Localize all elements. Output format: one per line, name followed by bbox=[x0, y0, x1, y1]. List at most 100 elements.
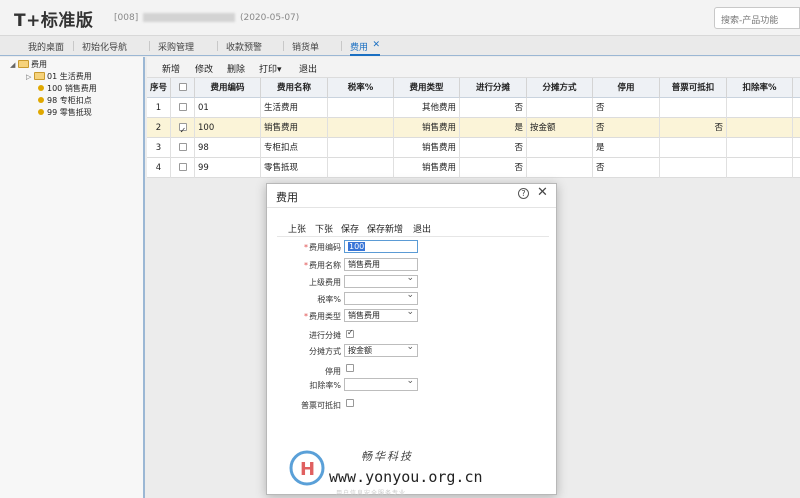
cell-share: 否 bbox=[460, 138, 527, 158]
select-all-checkbox[interactable] bbox=[178, 83, 187, 91]
col-rate[interactable]: 扣除率% bbox=[727, 78, 793, 98]
tab-bar: 我的桌面 初始化导航 采购管理 收款预警 销货单 费用 ✕ bbox=[0, 36, 800, 56]
tree-root-label: 费用 bbox=[31, 60, 47, 69]
col-method[interactable]: 分摊方式 bbox=[527, 78, 593, 98]
delete-button[interactable]: 删除 bbox=[227, 62, 245, 75]
cell-select[interactable] bbox=[171, 138, 195, 158]
col-tax[interactable]: 税率% bbox=[328, 78, 394, 98]
tab-sales-order[interactable]: 销货单 bbox=[282, 40, 319, 56]
search-input[interactable]: 搜索-产品功能 bbox=[714, 7, 800, 29]
tab-init-nav[interactable]: 初始化导航 bbox=[72, 40, 127, 56]
type-select[interactable]: 销售费用 bbox=[344, 307, 418, 322]
cell-select[interactable] bbox=[171, 158, 195, 178]
tree-item-100[interactable]: 100 销售费用 bbox=[38, 83, 97, 94]
tab-expense-label: 费用 bbox=[350, 43, 369, 53]
table-row[interactable]: 3 98 专柜扣点 销售费用 否 是 bbox=[147, 138, 800, 158]
divider bbox=[267, 207, 556, 208]
method-select[interactable]: 按金额 bbox=[344, 342, 418, 357]
parent-select[interactable] bbox=[344, 273, 418, 288]
cell-select[interactable] bbox=[171, 98, 195, 118]
tree-root[interactable]: ◢ 费用 bbox=[10, 59, 47, 70]
deduct-checkbox[interactable] bbox=[346, 399, 354, 407]
prev-button[interactable]: 上张 bbox=[288, 222, 306, 235]
cell-no: 1 bbox=[147, 98, 171, 118]
col-select[interactable] bbox=[171, 78, 195, 98]
cell-disabled: 否 bbox=[593, 118, 660, 138]
col-name[interactable]: 费用名称 bbox=[261, 78, 328, 98]
cell-name: 生活费用 bbox=[261, 98, 328, 118]
cell-method bbox=[527, 138, 593, 158]
share-label: 进行分摊 bbox=[309, 331, 341, 340]
tree-item-98[interactable]: 98 专柜扣点 bbox=[38, 95, 92, 106]
col-no: 序号 bbox=[147, 78, 171, 98]
cell-name: 专柜扣点 bbox=[261, 138, 328, 158]
table-row[interactable]: 1 01 生活费用 其他费用 否 否 bbox=[147, 98, 800, 118]
cell-name: 零售抵现 bbox=[261, 158, 328, 178]
collapse-arrow-icon[interactable]: ◢ bbox=[10, 61, 18, 69]
row-checkbox[interactable] bbox=[178, 103, 187, 111]
col-disabled[interactable]: 停用 bbox=[593, 78, 660, 98]
cell-method bbox=[527, 158, 593, 178]
cell-share: 是 bbox=[460, 118, 527, 138]
cell-share: 否 bbox=[460, 158, 527, 178]
add-button[interactable]: 新增 bbox=[162, 62, 180, 75]
tab-purchase[interactable]: 采购管理 bbox=[148, 40, 194, 56]
edit-button[interactable]: 修改 bbox=[195, 62, 213, 75]
folder-icon bbox=[18, 60, 29, 68]
cell-name: 销售费用 bbox=[261, 118, 328, 138]
watermark-logo: H bbox=[289, 450, 325, 486]
account-prefix: [008] bbox=[114, 13, 139, 23]
next-button[interactable]: 下张 bbox=[315, 222, 333, 235]
cell-type: 销售费用 bbox=[394, 118, 460, 138]
tax-select[interactable] bbox=[344, 290, 418, 305]
row-checkbox[interactable] bbox=[178, 163, 187, 171]
name-field[interactable]: 销售费用 bbox=[344, 258, 418, 271]
code-label: *费用编码 bbox=[304, 243, 341, 252]
cell-share: 否 bbox=[460, 98, 527, 118]
print-label: 打印 bbox=[259, 65, 278, 75]
tree-item-01[interactable]: ▷ 01 生活费用 bbox=[26, 71, 92, 82]
cell-type: 销售费用 bbox=[394, 158, 460, 178]
table-row[interactable]: 2 100 销售费用 销售费用 是 按金额 否 否 bbox=[147, 118, 800, 138]
col-type[interactable]: 费用类型 bbox=[394, 78, 460, 98]
rate-label: 扣除率% bbox=[309, 381, 341, 390]
row-checkbox[interactable] bbox=[178, 143, 187, 151]
parent-label: 上级费用 bbox=[309, 278, 341, 287]
svg-text:H: H bbox=[300, 459, 315, 480]
cell-deduct: 否 bbox=[660, 118, 727, 138]
disabled-checkbox[interactable] bbox=[346, 364, 354, 372]
save-new-button[interactable]: 保存新增 bbox=[367, 222, 403, 235]
account-name-blurred bbox=[143, 13, 236, 22]
col-share[interactable]: 进行分摊 bbox=[460, 78, 527, 98]
tab-receipt-alert[interactable]: 收款预警 bbox=[216, 40, 262, 56]
col-deduct[interactable]: 普票可抵扣 bbox=[660, 78, 727, 98]
name-label: *费用名称 bbox=[304, 261, 341, 270]
app-logo: T+标准版 bbox=[14, 11, 94, 31]
exit-button[interactable]: 退出 bbox=[413, 222, 431, 235]
share-checkbox[interactable] bbox=[346, 328, 354, 338]
cell-type: 销售费用 bbox=[394, 138, 460, 158]
rate-select[interactable] bbox=[344, 376, 418, 391]
row-checkbox[interactable] bbox=[178, 121, 187, 138]
exit-button[interactable]: 退出 bbox=[299, 62, 317, 75]
col-code[interactable]: 费用编码 bbox=[195, 78, 261, 98]
tree-item-label: 99 零售抵现 bbox=[47, 108, 92, 117]
expand-arrow-icon[interactable]: ▷ bbox=[26, 73, 34, 81]
print-button[interactable]: 打印▾ bbox=[259, 62, 282, 75]
cell-deduct bbox=[660, 158, 727, 178]
tree-item-99[interactable]: 99 零售抵现 bbox=[38, 107, 92, 118]
close-icon[interactable]: ✕ bbox=[372, 40, 380, 50]
tab-expense[interactable]: 费用 ✕ bbox=[340, 40, 381, 56]
cell-no: 3 bbox=[147, 138, 171, 158]
table-row[interactable]: 4 99 零售抵现 销售费用 否 否 bbox=[147, 158, 800, 178]
close-icon[interactable]: ✕ bbox=[537, 185, 548, 200]
expense-tree: ◢ 费用 ▷ 01 生活费用 100 销售费用 98 专柜扣点 99 零售抵现 bbox=[0, 57, 145, 498]
help-icon[interactable]: ? bbox=[518, 188, 529, 199]
save-button[interactable]: 保存 bbox=[341, 222, 359, 235]
cell-rate bbox=[727, 98, 793, 118]
cell-tax bbox=[328, 98, 394, 118]
code-field[interactable]: 100 bbox=[344, 240, 418, 253]
tab-my-desktop[interactable]: 我的桌面 bbox=[28, 40, 64, 56]
list-toolbar: 新增 修改 删除 打印▾ 退出 bbox=[147, 57, 800, 78]
cell-select[interactable] bbox=[171, 118, 195, 138]
